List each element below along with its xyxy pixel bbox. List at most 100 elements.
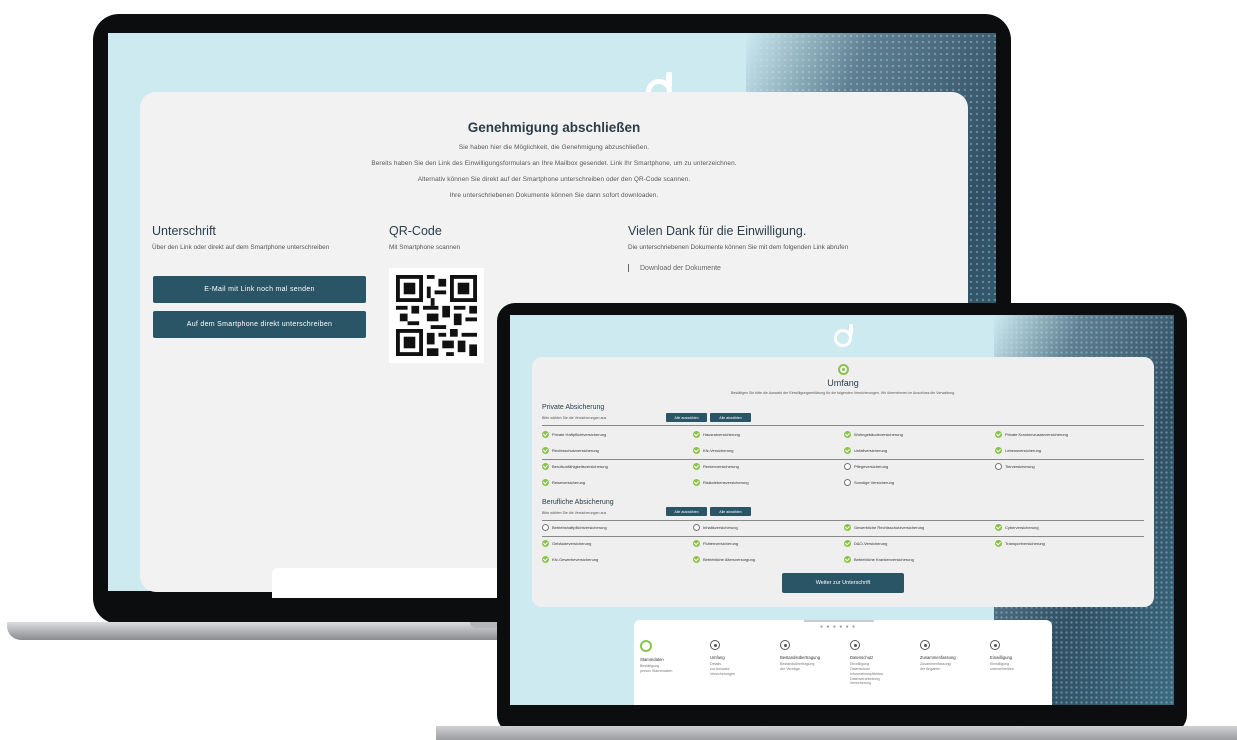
checked-icon[interactable] [995,524,1002,531]
insurance-option[interactable]: Rechtsschutzversicherung [542,447,599,454]
insurance-option[interactable]: Unfallversicherung [844,447,887,454]
download-documents-link[interactable]: Download der Dokumente [628,264,721,272]
scope-subtitle: Bestätigen Sie bitte die Auswahl der Ein… [731,391,955,395]
unchecked-icon[interactable] [844,463,851,470]
checked-icon[interactable] [844,447,851,454]
insurance-option[interactable]: Private Haftpflichtversicherung [542,431,606,438]
checked-icon[interactable] [542,556,549,563]
checked-icon[interactable] [693,463,700,470]
insurance-option-label: D&O-Versicherung [854,541,888,546]
device-mockup-stage: Genehmigung abschließen Sie haben hier d… [0,0,1237,740]
insurance-option-label: Flottenversicherung [703,541,739,546]
checked-icon[interactable] [542,463,549,470]
business-deselect-all-button[interactable]: Alle abwählen [710,507,751,516]
checked-icon[interactable] [693,556,700,563]
private-select-all-button[interactable]: Alle auswählen [666,413,707,422]
checked-icon[interactable] [693,431,700,438]
divider [542,425,1144,426]
divider [542,459,1144,460]
insurance-option[interactable]: Cyberversicherung [995,524,1039,531]
insurance-option[interactable]: Betriebliche Altersversorgung [693,556,755,563]
business-select-all-button[interactable]: Alle auswählen [666,507,707,516]
insurance-option[interactable]: Betriebliche Krankenversicherung [844,556,914,563]
insurance-option-label: Gebäudeversicherung [552,541,592,546]
checked-icon[interactable] [844,540,851,547]
step-pending-icon [990,640,1000,650]
checked-icon[interactable] [693,447,700,454]
checked-icon[interactable] [844,556,851,563]
checked-icon[interactable] [542,540,549,547]
insurance-option[interactable]: Flottenversicherung [693,540,738,547]
insurance-option[interactable]: Gewerbliche Rechtsschutzversicherung [844,524,924,531]
resend-email-button[interactable]: E-Mail mit Link noch mal senden [153,276,366,303]
insurance-option[interactable]: Transportversicherung [995,540,1045,547]
insurance-option[interactable]: Reiseversicherung [542,479,585,486]
unchecked-icon[interactable] [844,479,851,486]
insurance-option-label: Inhaltsversicherung [703,525,738,530]
insurance-option[interactable]: D&O-Versicherung [844,540,887,547]
insurance-option-label: Unfallversicherung [854,448,888,453]
private-deselect-all-button[interactable]: Alle abwählen [710,413,751,422]
insurance-option[interactable]: Risikolebensversicherung [693,479,749,486]
insurance-option[interactable]: Kfz-Gewerbeversicherung [542,556,598,563]
progress-steps: ● ● ● ● ● ● Stammdaten Bestätigung person… [634,620,1052,705]
download-icon [628,264,634,272]
checked-icon[interactable] [542,447,549,454]
description-line: Ihre unterschriebenen Dokumente können S… [449,192,659,199]
insurance-option[interactable]: Sonstige Versicherung [844,479,894,486]
progress-step[interactable]: Stammdaten Bestätigung person Stammdaten [640,640,704,674]
step-title: Datenschutz [850,655,874,660]
step-description: Bestandsübertragung der Verträge [780,662,815,671]
progress-step[interactable]: Umfang Details zur Auswahl Versicherungen [710,640,774,677]
qr-code-image [389,268,484,363]
insurance-option[interactable]: Hausratversicherung [693,431,740,438]
description-line: Alternativ können Sie direkt auf der Sma… [417,176,691,183]
insurance-option[interactable]: Kfz-Versicherung [693,447,733,454]
bottom-card-partial [272,568,512,598]
step-description: Zusammenfassung der Angaben [920,662,951,671]
insurance-option[interactable]: Lebensversicherung [995,447,1041,454]
unchecked-icon[interactable] [693,524,700,531]
progress-step[interactable]: Datenschutz Einwilligung Datenschutz Info… [850,640,914,686]
insurance-option-label: Rechtsschutzversicherung [552,448,599,453]
insurance-option-label: Tierversicherung [1005,464,1035,469]
insurance-option-label: Betriebshaftpflichtversicherung [552,525,607,530]
continue-to-signature-button[interactable]: Weiter zur Unterschrift [782,573,904,593]
insurance-option-label: Kfz-Versicherung [703,448,734,453]
laptop-large-hinge [470,622,500,628]
step-pending-icon [850,640,860,650]
insurance-option[interactable]: Tierversicherung [995,463,1035,470]
step-description: Bestätigung person Stammdaten [640,664,673,673]
signature-subtext: Über den Link oder direkt auf dem Smartp… [152,244,330,251]
description-line: Sie haben hier die Möglichkeit, die Gene… [458,144,650,151]
insurance-option[interactable]: Rentenversicherung [693,463,739,470]
signature-heading: Unterschrift [152,224,216,238]
checked-icon[interactable] [542,479,549,486]
step-title: Stammdaten [640,657,664,662]
insurance-option[interactable]: Gebäudeversicherung [542,540,591,547]
insurance-option[interactable]: Betriebshaftpflichtversicherung [542,524,607,531]
insurance-option[interactable]: Pflegeversicherung [844,463,888,470]
unchecked-icon[interactable] [542,524,549,531]
checked-icon[interactable] [995,431,1002,438]
unchecked-icon[interactable] [995,463,1002,470]
progress-step[interactable]: Bestandsübertragung Bestandsübertragung d… [780,640,844,672]
checked-icon[interactable] [995,540,1002,547]
insurance-option[interactable]: Berufsunfähigkeitsversicherung [542,463,608,470]
pager-dots[interactable]: ● ● ● ● ● ● [820,624,856,630]
insurance-option[interactable]: Private Krankenzusatzversicherung [995,431,1068,438]
checked-icon[interactable] [693,479,700,486]
checked-icon[interactable] [995,447,1002,454]
insurance-option-label: Gewerbliche Rechtsschutzversicherung [854,525,925,530]
insurance-option[interactable]: Wohngebäudeversicherung [844,431,903,438]
checked-icon[interactable] [844,431,851,438]
sign-on-smartphone-button[interactable]: Auf dem Smartphone direkt unterschreiben [153,311,366,338]
progress-step[interactable]: Zusammenfassung Zusammenfassung der Angab… [920,640,984,672]
checked-icon[interactable] [542,431,549,438]
insurance-option-label: Transportversicherung [1005,541,1045,546]
insurance-option[interactable]: Inhaltsversicherung [693,524,738,531]
checked-icon[interactable] [693,540,700,547]
checked-icon[interactable] [844,524,851,531]
progress-step[interactable]: Einwilligung Einwilligung unterschreiben [990,640,1054,672]
pager-bar [804,620,874,622]
